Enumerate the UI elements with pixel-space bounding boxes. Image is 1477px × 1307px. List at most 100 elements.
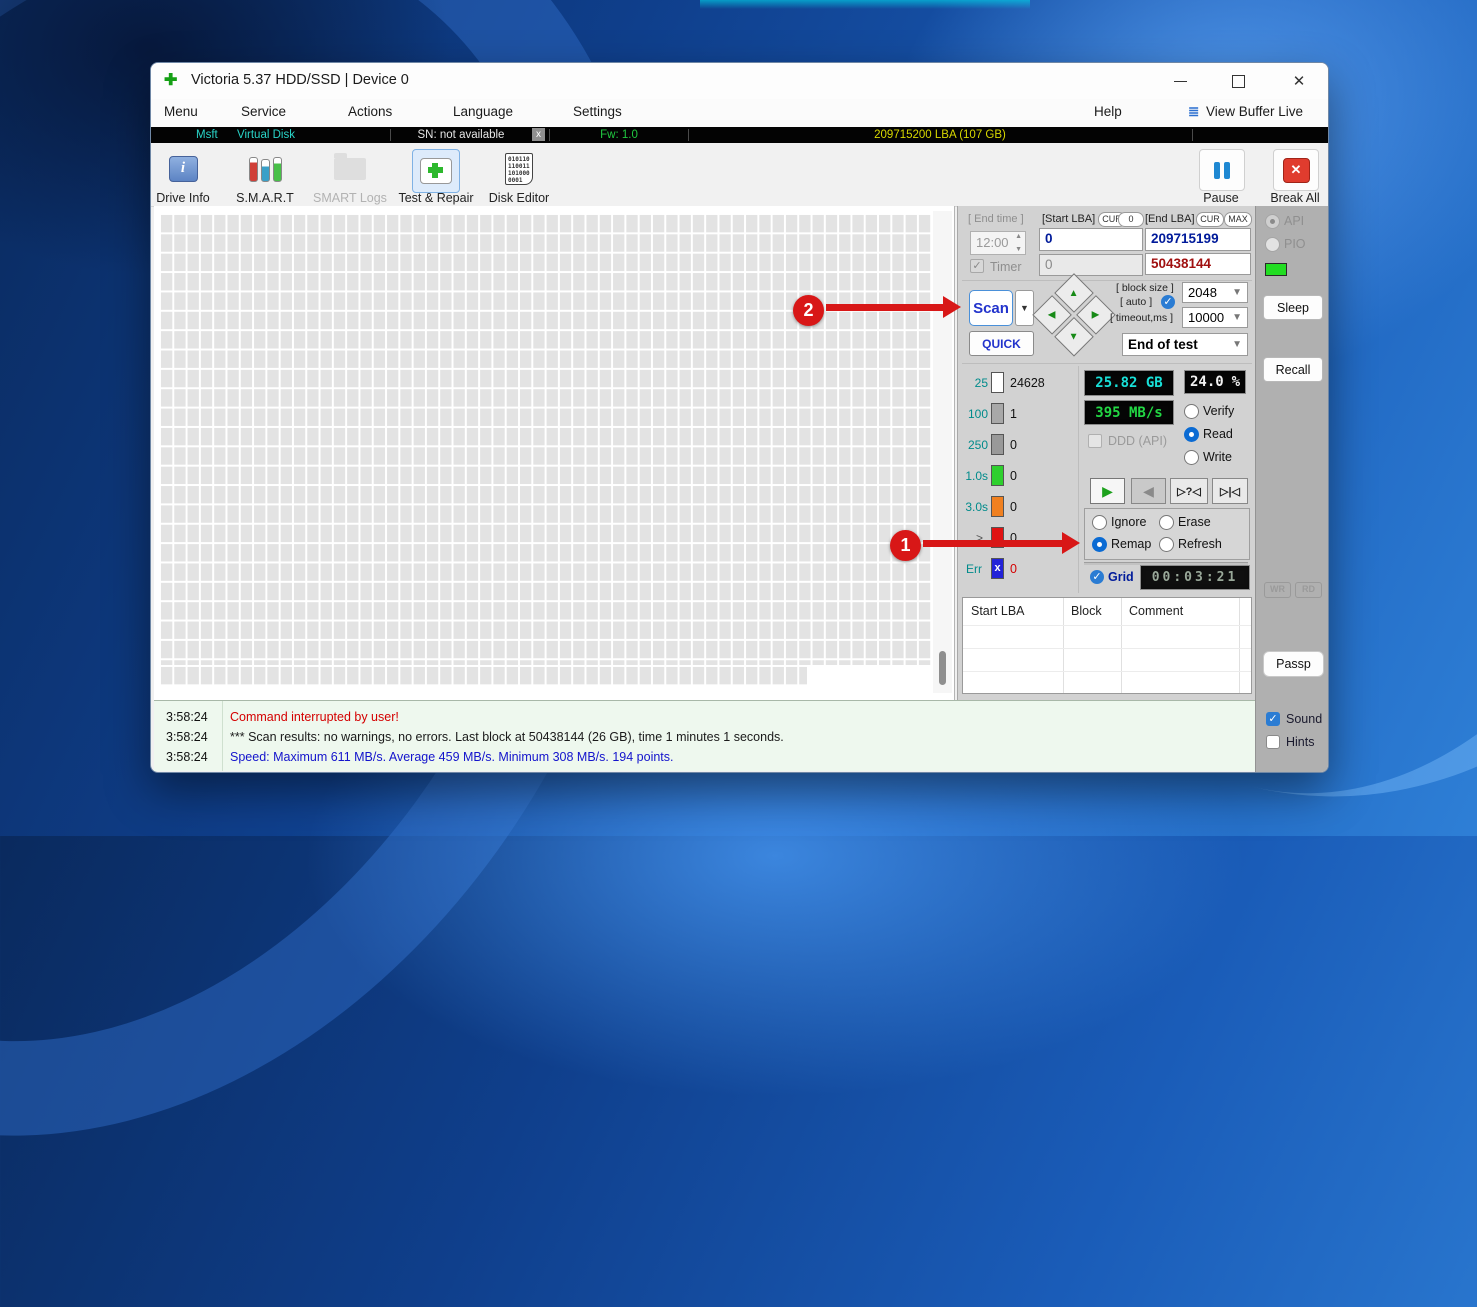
menu-item-help[interactable]: Help: [1094, 104, 1122, 119]
play-button[interactable]: ▶: [1090, 478, 1125, 504]
play-icon: ▶: [1102, 483, 1113, 500]
end-time-value: 12:00: [976, 235, 1009, 250]
block-map-scrollbar[interactable]: [933, 211, 952, 693]
step-back-button[interactable]: ◀: [1131, 478, 1166, 504]
menu-item-menu[interactable]: Menu: [164, 104, 198, 119]
write-radio[interactable]: [1184, 450, 1199, 465]
menu-item-settings[interactable]: Settings: [573, 104, 622, 119]
start-lba-input[interactable]: 0: [1039, 228, 1143, 251]
smart-button[interactable]: [243, 149, 287, 189]
log-message: Command interrupted by user!: [230, 707, 399, 727]
last-block-input[interactable]: 50438144: [1145, 253, 1251, 275]
disk-editor-button[interactable]: 010110 110011 101000 0001: [497, 149, 541, 189]
timer-input: 0: [1039, 254, 1143, 276]
spinner-down-icon[interactable]: ▼: [1015, 246, 1022, 253]
arrow-down-icon: ▼: [1069, 331, 1079, 342]
defect-table[interactable]: Start LBA Block Comment: [962, 597, 1252, 694]
counter-err-label: Err: [966, 562, 982, 576]
read-radio[interactable]: [1184, 427, 1199, 442]
minimize-button[interactable]: [1165, 69, 1195, 93]
log-panel[interactable]: 3:58:24 Command interrupted by user! 3:5…: [154, 700, 1255, 771]
table-header-start-lba[interactable]: Start LBA: [971, 604, 1025, 618]
sound-checkbox[interactable]: ✓: [1266, 712, 1280, 726]
end-lba-max-button[interactable]: MAX: [1224, 212, 1252, 227]
elapsed-time-display: 00:03:21: [1140, 565, 1250, 590]
folder-icon: [334, 158, 366, 180]
ignore-radio[interactable]: [1092, 515, 1107, 530]
counter-3s-count: 0: [1010, 500, 1017, 514]
block-map[interactable]: [154, 206, 955, 700]
table-header-block[interactable]: Block: [1071, 604, 1102, 618]
close-button[interactable]: ✕: [1284, 69, 1314, 93]
view-buffer-icon: ≣: [1188, 104, 1199, 120]
menu-item-view-buffer-live[interactable]: View Buffer Live: [1206, 104, 1303, 119]
scrollbar-thumb[interactable]: [939, 651, 946, 685]
erase-label: Erase: [1178, 515, 1211, 529]
end-time-spinner[interactable]: 12:00 ▲ ▼: [970, 231, 1026, 255]
minimize-icon: [1174, 81, 1187, 82]
ignore-label: Ignore: [1111, 515, 1146, 529]
sleep-button[interactable]: Sleep: [1263, 295, 1323, 320]
timer-checkbox[interactable]: ✓: [970, 259, 984, 273]
verify-radio[interactable]: [1184, 404, 1199, 419]
scan-button[interactable]: Scan: [969, 290, 1013, 326]
maximize-button[interactable]: [1223, 69, 1253, 93]
menu-item-service[interactable]: Service: [241, 104, 286, 119]
titlebar[interactable]: ✚ Victoria 5.37 HDD/SSD | Device 0 ✕: [151, 63, 1328, 99]
maximize-icon: [1232, 75, 1245, 88]
scan-dropdown-button[interactable]: ▼: [1015, 290, 1034, 326]
spinner-up-icon[interactable]: ▲: [1015, 233, 1022, 240]
recall-button[interactable]: Recall: [1263, 357, 1323, 382]
block-size-value: 2048: [1188, 285, 1217, 300]
passp-button[interactable]: Passp: [1263, 651, 1324, 677]
block-size-select[interactable]: 2048▼: [1182, 282, 1248, 303]
device-capacity: 209715200 LBA (107 GB): [689, 127, 1191, 143]
seek-question-button[interactable]: ▷?◁: [1170, 478, 1208, 504]
api-label: API: [1284, 214, 1304, 228]
panel-separator: [962, 280, 1252, 281]
device-info-bar: Msft Virtual Disk SN: not available x Fw…: [151, 127, 1328, 143]
devbar-separator: [390, 129, 391, 141]
pause-label: Pause: [1203, 191, 1238, 205]
refresh-label: Refresh: [1178, 537, 1222, 551]
erase-radio[interactable]: [1159, 515, 1174, 530]
drive-info-icon: i: [169, 156, 198, 182]
hints-checkbox[interactable]: [1266, 735, 1280, 749]
quick-button[interactable]: QUICK: [969, 331, 1034, 356]
app-window: ✚ Victoria 5.37 HDD/SSD | Device 0 ✕ Men…: [150, 62, 1329, 773]
counter-err-count: 0: [1010, 562, 1017, 576]
break-all-icon: ✕: [1283, 158, 1310, 183]
remap-radio[interactable]: [1092, 537, 1107, 552]
start-lba-zero-button[interactable]: 0: [1118, 212, 1144, 227]
end-lba-cur-button[interactable]: CUR: [1196, 212, 1224, 227]
devbar-separator: [1192, 129, 1193, 141]
end-of-test-select[interactable]: End of test▼: [1122, 333, 1248, 356]
counter-25-count: 24628: [1010, 376, 1045, 390]
refresh-radio[interactable]: [1159, 537, 1174, 552]
grid-checkbox[interactable]: ✓: [1090, 570, 1104, 584]
auto-checkbox[interactable]: ✓: [1161, 295, 1175, 309]
devbar-close-button[interactable]: x: [532, 128, 545, 141]
timeout-select[interactable]: 10000▼: [1182, 307, 1248, 328]
table-header-comment[interactable]: Comment: [1129, 604, 1183, 618]
table-row: [963, 671, 1251, 672]
end-lba-input[interactable]: 209715199: [1145, 228, 1251, 251]
seek-end-button[interactable]: ▷|◁: [1212, 478, 1248, 504]
seek-end-icon: ▷|◁: [1220, 485, 1240, 498]
panel-separator: [962, 363, 1252, 364]
test-repair-button[interactable]: [412, 149, 460, 193]
counter-25-swatch: [991, 372, 1004, 393]
sound-label: Sound: [1286, 712, 1322, 726]
pio-radio: [1265, 237, 1280, 252]
table-row: [963, 625, 1251, 626]
break-all-button[interactable]: ✕: [1273, 149, 1319, 191]
log-time: 3:58:24: [166, 707, 208, 727]
device-model[interactable]: Virtual Disk: [237, 127, 295, 143]
pio-label: PIO: [1284, 237, 1306, 251]
drive-info-button[interactable]: i: [161, 149, 205, 189]
menu-item-actions[interactable]: Actions: [348, 104, 392, 119]
end-time-label: [ End time ]: [968, 213, 1024, 225]
pause-button[interactable]: [1199, 149, 1245, 191]
menu-item-language[interactable]: Language: [453, 104, 513, 119]
annotation-step-2: 2: [793, 295, 824, 326]
